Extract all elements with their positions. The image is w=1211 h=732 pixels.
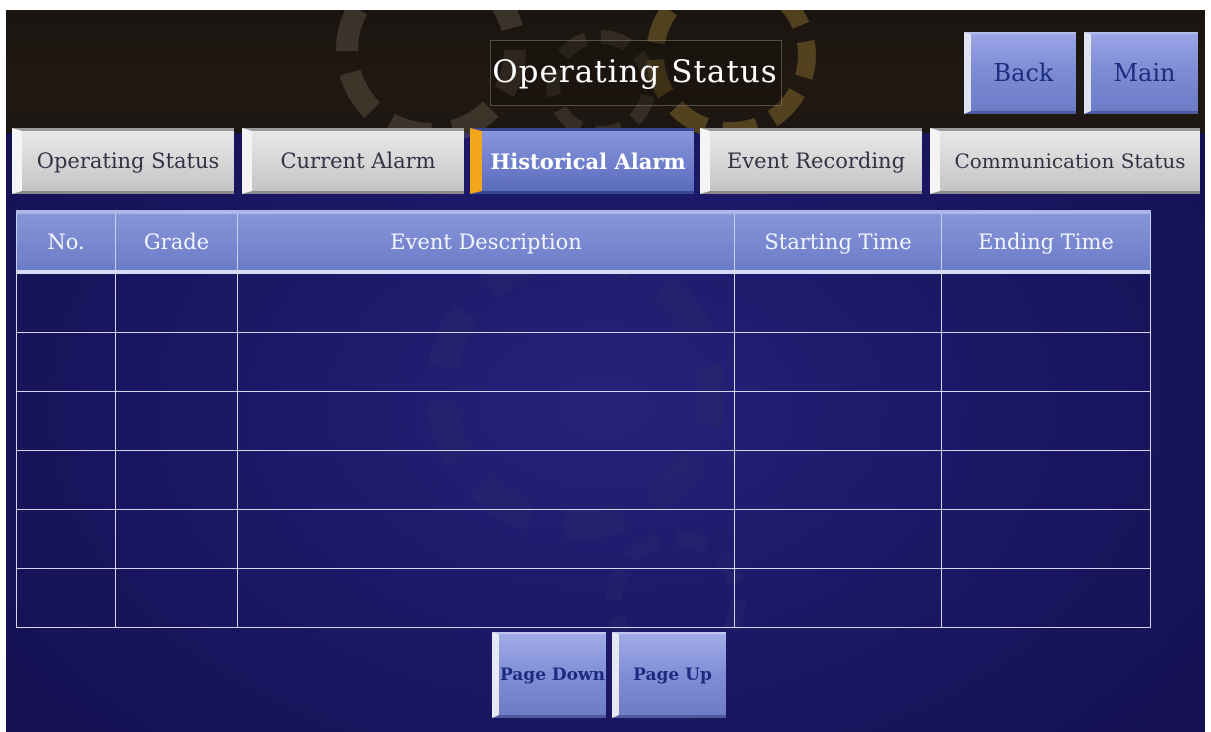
table-cell [941, 271, 1151, 333]
column-header-no[interactable]: No. [16, 210, 116, 274]
table-cell [734, 391, 942, 451]
table-row[interactable] [16, 332, 1151, 392]
table-cell [734, 271, 942, 333]
table-cell [16, 332, 116, 392]
table-cell [16, 568, 116, 628]
table-cell [115, 271, 238, 333]
column-header-grade[interactable]: Grade [115, 210, 238, 274]
main-button[interactable]: Main [1084, 32, 1198, 114]
table-cell [237, 391, 735, 451]
back-button[interactable]: Back [964, 32, 1076, 114]
table-cell [734, 450, 942, 510]
table-cell [115, 568, 238, 628]
table-cell [16, 509, 116, 569]
table-cell [941, 509, 1151, 569]
table-cell [237, 509, 735, 569]
table-cell [237, 332, 735, 392]
table-cell [115, 450, 238, 510]
table-cell [115, 332, 238, 392]
table-cell [237, 271, 735, 333]
table-cell [237, 568, 735, 628]
table-cell [16, 271, 116, 333]
page-down-button[interactable]: Page Down [492, 632, 606, 718]
table-header-row: No. Grade Event Description Starting Tim… [16, 210, 1151, 274]
table-cell [941, 391, 1151, 451]
table-row[interactable] [16, 568, 1151, 628]
table-cell [16, 450, 116, 510]
tab-historical-alarm[interactable]: Historical Alarm [470, 128, 694, 194]
page-up-button[interactable]: Page Up [612, 632, 726, 718]
hmi-screen: Operating Status Back Main Operating Sta… [6, 10, 1205, 732]
tab-event-recording[interactable]: Event Recording [700, 128, 922, 194]
table-cell [115, 509, 238, 569]
table-cell [734, 509, 942, 569]
table-row[interactable] [16, 391, 1151, 451]
table-cell [734, 568, 942, 628]
table-cell [115, 391, 238, 451]
table-cell [941, 568, 1151, 628]
column-header-event-description[interactable]: Event Description [237, 210, 735, 274]
column-header-starting-time[interactable]: Starting Time [734, 210, 942, 274]
table-row[interactable] [16, 509, 1151, 569]
column-header-ending-time[interactable]: Ending Time [941, 210, 1151, 274]
page-title: Operating Status [492, 54, 778, 90]
table-cell [16, 391, 116, 451]
table-cell [941, 450, 1151, 510]
tab-operating-status[interactable]: Operating Status [12, 128, 234, 194]
table-row[interactable] [16, 271, 1151, 333]
table-cell [237, 450, 735, 510]
tab-current-alarm[interactable]: Current Alarm [242, 128, 464, 194]
table-cell [941, 332, 1151, 392]
table-cell [734, 332, 942, 392]
historical-alarm-table: No. Grade Event Description Starting Tim… [16, 210, 1151, 628]
tab-communication-status[interactable]: Communication Status [930, 128, 1200, 194]
table-row[interactable] [16, 450, 1151, 510]
